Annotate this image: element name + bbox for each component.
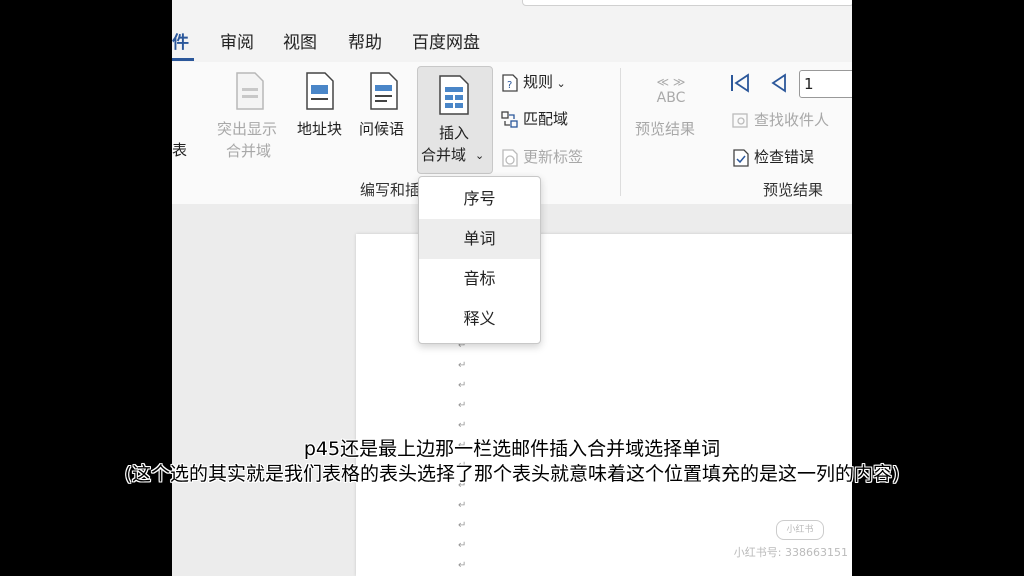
- rules-button[interactable]: ? 规则 ⌄: [501, 71, 566, 92]
- update-labels-label: 更新标签: [523, 148, 584, 166]
- rules-label: 规则: [523, 73, 554, 91]
- chevron-down-icon: ⌄: [475, 149, 485, 162]
- highlight-merge-fields-button[interactable]: 突出显示: [217, 119, 277, 140]
- check-errors-icon: [733, 148, 749, 167]
- paragraph-mark-icon: ↵: [458, 400, 467, 411]
- merge-field-dropdown: 序号 单词 音标 释义: [418, 176, 541, 344]
- find-recipient-button[interactable]: 查找收件人: [732, 109, 829, 130]
- paragraph-mark-icon: ↵: [458, 500, 467, 511]
- previous-record-icon[interactable]: [767, 72, 789, 94]
- subtitle-line-2: (这个选的其实就是我们表格的表头选择了那个表头就意味着这个位置填充的是这一列的内…: [124, 463, 900, 485]
- update-labels-button[interactable]: 更新标签: [501, 146, 583, 167]
- watermark-id: 小红书号: 338663151: [733, 546, 848, 559]
- preview-results-icon: ≪ ≫ ABC: [651, 76, 691, 106]
- tab-view[interactable]: 视图: [283, 28, 317, 53]
- check-errors-button[interactable]: 检查错误: [732, 146, 814, 167]
- tab-mailings[interactable]: 件: [172, 28, 189, 53]
- address-block-button[interactable]: 地址块: [297, 119, 342, 140]
- search-box[interactable]: [522, 0, 852, 6]
- paragraph-mark-icon: ↵: [458, 540, 467, 551]
- tab-help[interactable]: 帮助: [348, 28, 382, 53]
- find-recipient-icon: [732, 112, 748, 128]
- find-recipient-label: 查找收件人: [754, 111, 830, 129]
- paragraph-mark-icon: ↵: [458, 560, 467, 571]
- insert-merge-field-label1: 插入: [439, 124, 470, 142]
- match-fields-button[interactable]: 匹配域: [501, 108, 568, 129]
- subtitle-line-1: p45还是最上边那一栏选邮件插入合并域选择单词: [303, 438, 721, 460]
- svg-text:?: ?: [507, 80, 512, 91]
- highlight-merge-fields-icon: [236, 72, 264, 110]
- tab-baidu-netdisk[interactable]: 百度网盘: [412, 28, 480, 53]
- menu-bar: 件 审阅 视图 帮助 百度网盘: [172, 14, 852, 64]
- highlight-merge-fields-label2: 合并域: [226, 142, 272, 160]
- chevron-down-icon: ⌄: [553, 77, 566, 90]
- paragraph-mark-icon: ↵: [458, 520, 467, 531]
- group-label-preview: 预览结果: [763, 181, 824, 199]
- merge-field-option-index[interactable]: 序号: [419, 179, 540, 219]
- rules-icon: ?: [502, 73, 518, 92]
- insert-merge-field-button[interactable]: 插入 合并域 ⌄: [417, 66, 493, 174]
- paragraph-mark-icon: ↵: [458, 420, 467, 431]
- abc-icon-text: ABC: [656, 90, 686, 106]
- update-labels-icon: [502, 148, 518, 167]
- watermark-logo: 小红书: [776, 520, 824, 540]
- greeting-line-icon: [370, 72, 398, 110]
- group-separator: [620, 68, 621, 196]
- title-bar: [172, 0, 852, 6]
- insert-merge-field-label2: 合并域: [421, 146, 467, 164]
- match-fields-label: 匹配域: [523, 110, 569, 128]
- record-number-input[interactable]: 1: [799, 70, 852, 98]
- word-window: 件 审阅 视图 帮助 百度网盘 表 突出显示 合并域 地址块 问候语 插入 合并…: [172, 0, 852, 576]
- record-navigation: 1: [729, 70, 852, 98]
- preview-results-button[interactable]: 预览结果: [635, 119, 695, 140]
- match-fields-icon: [501, 110, 518, 128]
- tab-review[interactable]: 审阅: [220, 28, 254, 53]
- merge-field-option-phonetic[interactable]: 音标: [419, 259, 540, 299]
- insert-merge-field-icon: [439, 75, 469, 115]
- first-record-icon[interactable]: [729, 72, 751, 94]
- paragraph-mark-icon: ↵: [458, 360, 467, 371]
- cut-label: 表: [172, 141, 188, 159]
- merge-field-option-meaning[interactable]: 释义: [419, 299, 540, 339]
- merge-field-option-word[interactable]: 单词: [419, 219, 540, 259]
- check-errors-label: 检查错误: [754, 148, 815, 166]
- group-label-write-insert: 编写和插: [360, 181, 421, 199]
- greeting-line-button[interactable]: 问候语: [359, 119, 404, 140]
- active-tab-indicator: [172, 58, 194, 61]
- address-block-icon: [306, 72, 334, 110]
- paragraph-mark-icon: ↵: [458, 380, 467, 391]
